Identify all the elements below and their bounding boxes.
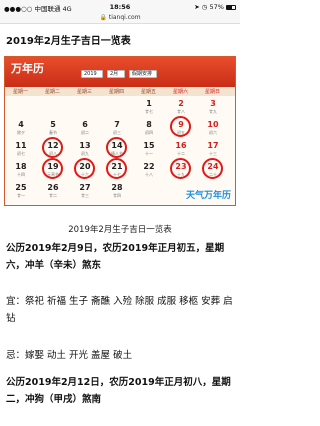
- circle-mark: [42, 137, 63, 158]
- calendar-lunar-label: 春节: [49, 130, 57, 135]
- calendar-lunar-label: 廿四: [113, 193, 121, 198]
- calendar-image: 万年历 2019 2月 假期安排 星期一 星期二 星期三 星期四 星期五 星期六…: [4, 56, 236, 206]
- calendar-day-11: 11: [15, 141, 27, 150]
- lock-icon: 🔒: [99, 14, 107, 21]
- calendar-day-27: 27: [79, 183, 91, 192]
- calendar-day-8: 8: [146, 120, 152, 129]
- circle-mark: [42, 158, 63, 179]
- entry-avoid: 忌：嫁娶 动土 开光 盖屋 破土: [6, 350, 133, 361]
- location-icon: ➤: [194, 3, 200, 11]
- calendar-day-4: 4: [18, 120, 24, 129]
- weekday-header: 星期一 星期二 星期三 星期四 星期五 星期六 星期日: [5, 87, 235, 96]
- url-domain: tianqi.com: [108, 14, 141, 21]
- calendar-lunar-label: 初三: [113, 130, 121, 135]
- weekday-label: 星期五: [141, 89, 157, 95]
- calendar-day-5: 5: [50, 120, 56, 129]
- calendar-day-6: 6: [82, 120, 88, 129]
- battery-info: ➤ ◷ 57%: [194, 3, 236, 11]
- calendar-lunar-label: 十三: [209, 151, 217, 156]
- calendar-day-7: 7: [114, 120, 120, 129]
- calendar-lunar-label: 廿八: [177, 109, 185, 114]
- calendar-day-13: 13: [79, 141, 91, 150]
- calendar-lunar-label: 廿一: [17, 193, 25, 198]
- calendar-lunar-label: 十二: [177, 151, 185, 156]
- holiday-select[interactable]: 假期安排: [129, 70, 157, 78]
- alarm-icon: ◷: [201, 3, 208, 11]
- image-caption: 2019年2月生子吉日一览表: [68, 225, 172, 235]
- calendar-day-2: 2: [178, 99, 184, 108]
- calendar-day-18: 18: [15, 162, 27, 171]
- calendar-day-25: 25: [15, 183, 27, 192]
- circle-mark: [74, 158, 95, 179]
- calendar-logo: 万年历: [11, 62, 44, 75]
- circle-mark: [170, 116, 191, 137]
- calendar-lunar-label: 初九: [81, 151, 89, 156]
- weekday-label: 星期四: [109, 89, 125, 95]
- page-title: 2019年2月生子吉日一览表: [6, 36, 131, 47]
- calendar-lunar-label: 十八: [145, 172, 153, 177]
- calendar-lunar-label: 十四: [17, 172, 25, 177]
- calendar-lunar-label: 廿九: [209, 109, 217, 114]
- battery-icon: [226, 5, 236, 10]
- calendar-lunar-label: 廿二: [49, 193, 57, 198]
- calendar-lunar-label: 初六: [209, 130, 217, 135]
- calendar-lunar-label: 十一: [145, 151, 153, 156]
- calendar-day-1: 1: [146, 99, 152, 108]
- weekday-label: 星期日: [205, 89, 221, 95]
- calendar-lunar-label: 除夕: [17, 130, 25, 135]
- weekday-label: 星期二: [45, 89, 61, 95]
- calendar-day-3: 3: [210, 99, 216, 108]
- calendar-day-26: 26: [47, 183, 59, 192]
- brand-watermark: 天气万年历: [185, 191, 231, 201]
- weekday-label: 星期三: [77, 89, 93, 95]
- weekday-label: 星期一: [13, 89, 29, 95]
- circle-mark: [170, 158, 191, 179]
- calendar-day-22: 22: [143, 162, 155, 171]
- calendar-lunar-label: 初七: [17, 151, 25, 156]
- status-bar: ●●●○○ 中国联通 4G 18:56 ➤ ◷ 57%: [0, 0, 240, 13]
- calendar-lunar-label: 廿三: [81, 193, 89, 198]
- calendar-lunar-label: 廿七: [145, 109, 153, 114]
- calendar-lunar-label: 初四: [145, 130, 153, 135]
- address-bar[interactable]: 🔒 tianqi.com: [0, 13, 240, 24]
- weekday-label: 星期六: [173, 89, 189, 95]
- entry-suitable: 宜：祭祀 祈福 生子 斋醮 入殓 除服 成服 移柩 安葬 启钻: [6, 296, 233, 324]
- circle-mark: [106, 137, 127, 158]
- year-select[interactable]: 2019: [81, 70, 103, 78]
- calendar-header: 万年历 2019 2月 假期安排: [5, 57, 235, 87]
- calendar-day-17: 17: [207, 141, 219, 150]
- entry-date-line: 公历2019年2月9日，农历2019年正月初五，星期六，冲羊（辛未）煞东: [6, 243, 225, 271]
- calendar-day-15: 15: [143, 141, 155, 150]
- calendar-day-16: 16: [175, 141, 187, 150]
- battery-percent: 57%: [209, 3, 224, 11]
- circle-mark: [106, 158, 127, 179]
- month-select[interactable]: 2月: [107, 70, 125, 78]
- circle-mark: [202, 158, 223, 179]
- entry-date-line: 公历2019年2月12日，农历2019年正月初八，星期二，冲狗（甲戌）煞南: [6, 377, 231, 405]
- calendar-lunar-label: 初二: [81, 130, 89, 135]
- calendar-day-28: 28: [111, 183, 123, 192]
- calendar-day-10: 10: [207, 120, 219, 129]
